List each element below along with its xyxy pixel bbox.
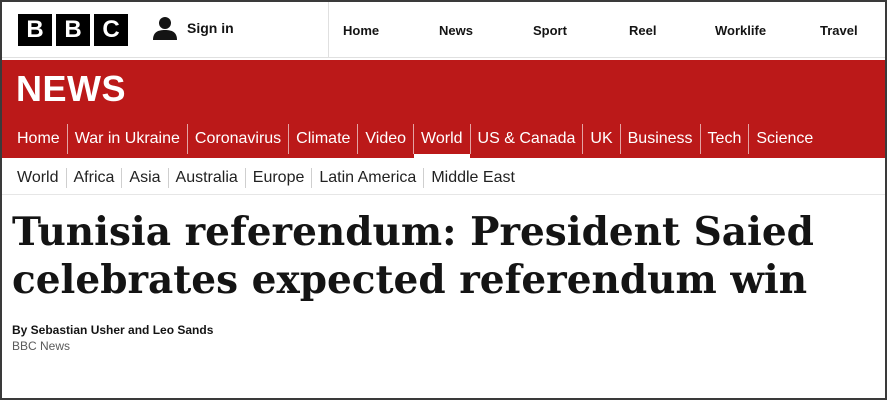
logo-letter-b1: B bbox=[18, 14, 52, 46]
global-nav-news[interactable]: News bbox=[423, 2, 517, 58]
byline-authors: By Sebastian Usher and Leo Sands bbox=[12, 323, 214, 337]
primary-nav-us-canada[interactable]: US & Canada bbox=[469, 124, 583, 154]
global-nav-travel[interactable]: Travel bbox=[806, 2, 880, 58]
secondary-nav-divider bbox=[2, 194, 885, 195]
global-nav-home[interactable]: Home bbox=[329, 2, 423, 58]
secondary-nav-middle-east[interactable]: Middle East bbox=[423, 168, 522, 188]
primary-nav-world[interactable]: World bbox=[413, 124, 470, 158]
secondary-nav-asia[interactable]: Asia bbox=[121, 168, 167, 188]
sign-in-link[interactable]: Sign in bbox=[152, 16, 234, 40]
bbc-logo[interactable]: B B C bbox=[18, 14, 128, 46]
news-primary-nav: Home War in Ukraine Coronavirus Climate … bbox=[10, 124, 820, 158]
global-header: B B C Sign in Home News Sport Reel Workl… bbox=[2, 2, 885, 58]
sign-in-label: Sign in bbox=[187, 20, 234, 36]
secondary-nav-world[interactable]: World bbox=[10, 168, 66, 188]
article-headline: Tunisia referendum: President Saied cele… bbox=[12, 209, 814, 303]
primary-nav-uk[interactable]: UK bbox=[582, 124, 619, 154]
primary-nav-war-in-ukraine[interactable]: War in Ukraine bbox=[66, 124, 187, 154]
primary-nav-home[interactable]: Home bbox=[10, 124, 67, 154]
news-section-banner: NEWS Home War in Ukraine Coronavirus Cli… bbox=[2, 60, 885, 158]
news-section-title[interactable]: NEWS bbox=[16, 68, 126, 110]
logo-letter-c: C bbox=[94, 14, 128, 46]
global-nav: Home News Sport Reel Worklife Travel bbox=[328, 2, 880, 58]
secondary-nav-australia[interactable]: Australia bbox=[167, 168, 245, 188]
article-byline: By Sebastian Usher and Leo Sands BBC New… bbox=[12, 322, 213, 354]
primary-nav-science[interactable]: Science bbox=[748, 124, 820, 154]
global-nav-worklife[interactable]: Worklife bbox=[701, 2, 806, 58]
primary-nav-business[interactable]: Business bbox=[619, 124, 700, 154]
logo-letter-b2: B bbox=[56, 14, 90, 46]
secondary-nav-africa[interactable]: Africa bbox=[65, 168, 122, 188]
primary-nav-video[interactable]: Video bbox=[357, 124, 413, 154]
global-nav-sport[interactable]: Sport bbox=[517, 2, 615, 58]
byline-source: BBC News bbox=[12, 339, 71, 353]
primary-nav-tech[interactable]: Tech bbox=[699, 124, 749, 154]
user-icon bbox=[152, 16, 178, 40]
world-secondary-nav: World Africa Asia Australia Europe Latin… bbox=[10, 164, 522, 192]
secondary-nav-europe[interactable]: Europe bbox=[244, 168, 312, 188]
primary-nav-coronavirus[interactable]: Coronavirus bbox=[186, 124, 288, 154]
primary-nav-climate[interactable]: Climate bbox=[288, 124, 357, 154]
secondary-nav-latin-america[interactable]: Latin America bbox=[311, 168, 423, 188]
global-nav-reel[interactable]: Reel bbox=[615, 2, 701, 58]
